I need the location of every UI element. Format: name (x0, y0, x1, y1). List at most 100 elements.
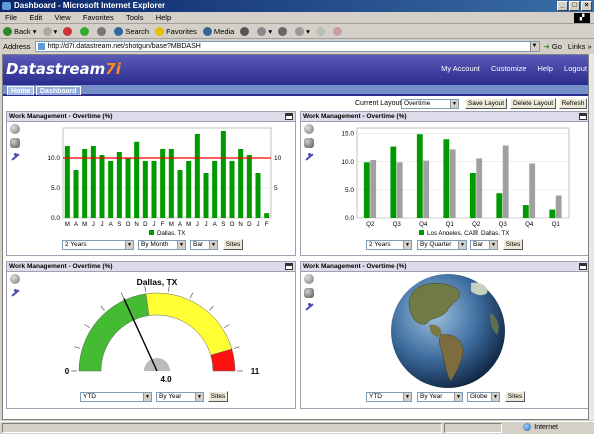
bar (549, 209, 556, 218)
menu-file[interactable]: File (0, 12, 22, 24)
period-select[interactable]: YTD ▼ (80, 392, 152, 402)
address-input[interactable]: http://d7i.datastream.net/shotgun/base?M… (34, 40, 540, 52)
x-tick-label: Q3 (499, 221, 508, 228)
right-tick-label: 5 (274, 185, 278, 192)
home-icon (97, 27, 107, 37)
maximize-panel-icon[interactable] (285, 263, 293, 270)
nav-help[interactable]: Help (538, 64, 553, 73)
bar (186, 161, 192, 218)
favorites-button[interactable]: Favorites (155, 27, 197, 37)
menu-favorites[interactable]: Favorites (78, 12, 119, 24)
bar-chart-monthly: 0.05.010.0510M A M J J A S O N D J F M A M J J A S O N D J FDal… (47, 127, 282, 235)
panel-title: Work Management - Overtime (%) (301, 262, 588, 272)
menu-help[interactable]: Help (151, 12, 176, 24)
sites-button[interactable]: Sites (223, 239, 243, 250)
bar (396, 162, 403, 218)
group-select[interactable]: By Year ▼ (417, 392, 463, 402)
gauge-band (145, 292, 233, 356)
group-select[interactable]: By Year ▼ (156, 392, 204, 402)
period-select[interactable]: YTD ▼ (366, 392, 412, 402)
status-message-area (2, 423, 442, 433)
bar (212, 161, 218, 218)
maximize-button[interactable]: □ (569, 1, 580, 11)
search-button[interactable]: Search (114, 27, 149, 37)
home-browser-button[interactable] (97, 27, 108, 37)
tab-bar: Home Dashboard (3, 85, 588, 96)
maximize-panel-icon[interactable] (579, 113, 587, 120)
links-button[interactable]: Links » (568, 42, 592, 51)
sites-button[interactable]: Sites (505, 391, 525, 402)
period-select[interactable]: 2 Years ▼ (366, 240, 412, 250)
maximize-panel-icon[interactable] (285, 113, 293, 120)
sites-button[interactable]: Sites (503, 239, 523, 250)
x-tick-label: J (196, 221, 199, 228)
mail-button[interactable]: ▾ (257, 27, 272, 37)
panel-overtime-monthly: Work Management - Overtime (%) 0.0 5.0 10.… (6, 111, 296, 256)
sites-button[interactable]: Sites (208, 391, 228, 402)
edit-button[interactable]: ▾ (295, 27, 310, 37)
group-select[interactable]: By Quarter ▼ (417, 240, 467, 250)
x-tick-label: Q4 (525, 221, 534, 228)
nav-customize[interactable]: Customize (491, 64, 526, 73)
media-button[interactable]: Media (202, 27, 234, 37)
bar (246, 155, 252, 218)
refresh-button[interactable]: Refresh (559, 98, 587, 109)
nav-my-account[interactable]: My Account (441, 64, 480, 73)
browser-toolbar: Back ▾ ▾ Search Favorites Media ▾ ▾ (0, 25, 594, 39)
forward-button[interactable]: ▾ (42, 27, 57, 37)
history-button[interactable] (240, 27, 251, 37)
tab-home[interactable]: Home (7, 86, 35, 95)
x-tick-label: J (92, 221, 95, 228)
chart-type-select[interactable]: Bar ▼ (190, 240, 218, 250)
layout-select[interactable]: Overtime ▼ (401, 99, 459, 109)
panel-overtime-gauge: Work Management - Overtime (%) Dallas, T… (6, 261, 296, 409)
discuss-button[interactable] (315, 27, 327, 37)
minimize-button[interactable]: _ (557, 1, 568, 11)
bar (229, 161, 235, 218)
group-select[interactable]: By Month ▼ (138, 240, 186, 250)
chevron-down-icon: ▼ (143, 393, 151, 401)
menu-edit[interactable]: Edit (24, 12, 47, 24)
chart-type-select[interactable]: Globe ▼ (467, 392, 500, 402)
mail-icon (257, 27, 267, 37)
bar (90, 146, 96, 218)
messenger-button[interactable] (332, 27, 344, 37)
refresh-browser-button[interactable] (80, 27, 91, 37)
x-tick-label: Q4 (419, 221, 428, 228)
menu-view[interactable]: View (50, 12, 76, 24)
stop-icon (63, 27, 73, 37)
bar (116, 152, 122, 218)
chevron-down-icon: ▼ (177, 241, 185, 249)
bar (220, 131, 226, 218)
back-button[interactable]: Back ▾ (3, 27, 37, 37)
gauge-tick (120, 292, 125, 299)
x-tick-label: N (134, 221, 138, 228)
go-button[interactable]: ➜ Go (544, 42, 562, 51)
print-button[interactable] (278, 27, 289, 37)
print-icon (278, 27, 288, 37)
chevron-down-icon: ▼ (454, 393, 462, 401)
period-select[interactable]: 2 Years ▼ (62, 240, 134, 250)
save-layout-button[interactable]: Save Layout (465, 98, 507, 109)
bar (416, 134, 423, 218)
history-icon (240, 27, 250, 37)
address-dropdown-icon[interactable]: ▼ (529, 41, 539, 51)
address-label: Address (3, 41, 31, 51)
tab-dashboard[interactable]: Dashboard (36, 86, 81, 95)
nav-logout[interactable]: Logout (564, 64, 587, 73)
delete-layout-button[interactable]: Delete Layout (510, 98, 556, 109)
bar (255, 173, 261, 218)
x-tick-label: S (117, 221, 121, 228)
vertical-scrollbar[interactable] (589, 54, 594, 420)
chevron-down-icon: ▼ (403, 393, 411, 401)
maximize-panel-icon[interactable] (579, 263, 587, 270)
chart-type-select[interactable]: Bar ▼ (470, 240, 498, 250)
menu-tools[interactable]: Tools (121, 12, 149, 24)
chevron-down-icon: ▼ (489, 241, 497, 249)
close-button[interactable]: × (581, 1, 592, 11)
y-tick-label: 0.0 (345, 215, 354, 222)
bar (142, 161, 148, 218)
x-tick-label: M (82, 221, 87, 228)
bar (449, 149, 456, 218)
stop-button[interactable] (63, 27, 74, 37)
